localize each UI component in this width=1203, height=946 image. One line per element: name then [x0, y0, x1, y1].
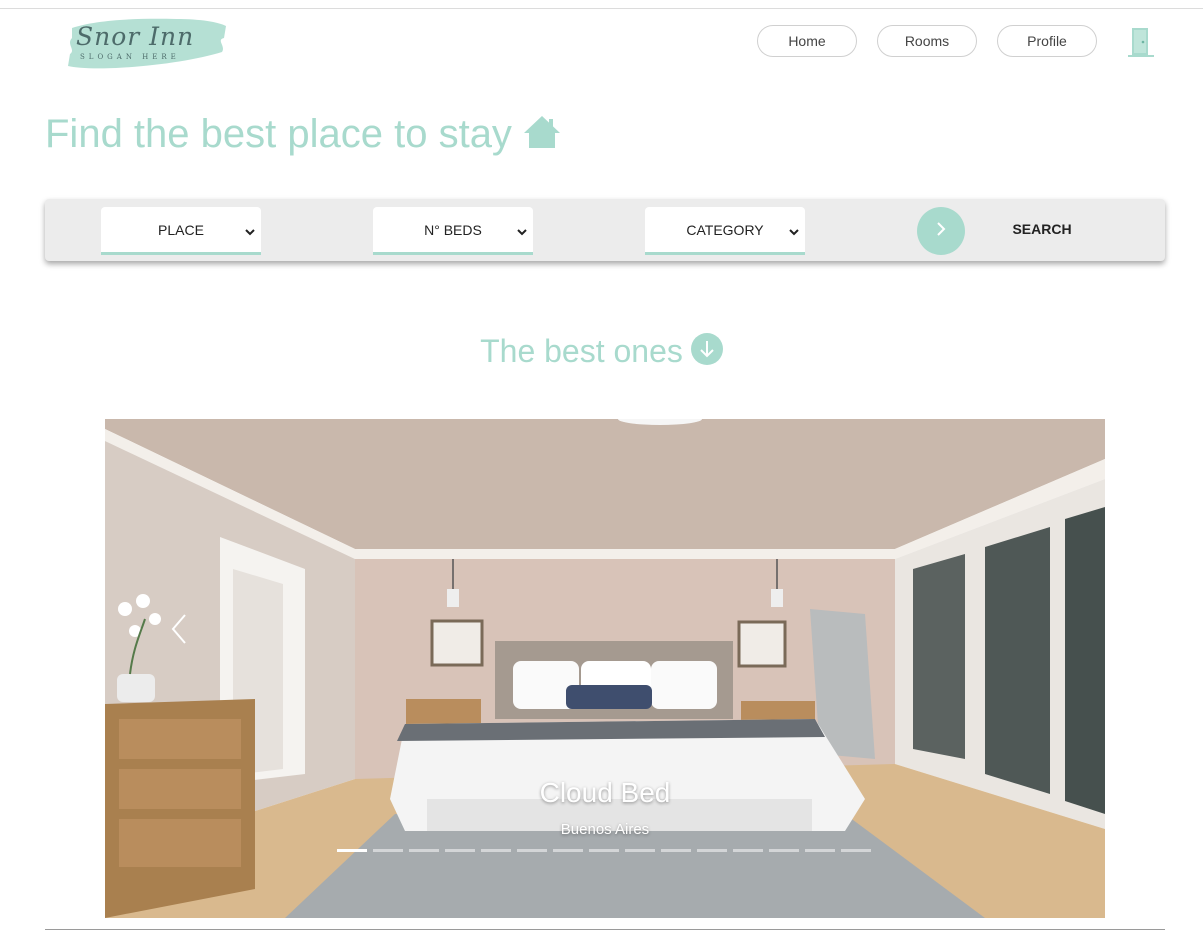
- carousel-indicator[interactable]: [841, 849, 871, 852]
- carousel-next-button[interactable]: [1015, 609, 1045, 649]
- carousel-indicator[interactable]: [409, 849, 439, 852]
- bottom-divider: [45, 929, 1165, 930]
- carousel-indicator[interactable]: [337, 849, 367, 852]
- carousel-indicator[interactable]: [517, 849, 547, 852]
- chevron-down-icon: [517, 224, 527, 240]
- place-select[interactable]: PLACE: [101, 207, 261, 255]
- carousel-indicator[interactable]: [481, 849, 511, 852]
- chevron-down-icon: [789, 224, 799, 240]
- arrow-down-circle-icon: [690, 333, 723, 370]
- place-select-value: PLACE: [158, 221, 204, 238]
- slide-title: Cloud Bed: [539, 777, 671, 808]
- category-select[interactable]: CATEGORY: [645, 207, 805, 255]
- carousel-indicator[interactable]: [553, 849, 583, 852]
- category-select-value: CATEGORY: [686, 221, 764, 238]
- page-title: Find the best place to stay: [45, 112, 512, 156]
- search-go-button[interactable]: [917, 207, 965, 255]
- door-icon[interactable]: [1127, 26, 1155, 58]
- main-nav: Home Rooms Profile: [757, 25, 1097, 57]
- search-button[interactable]: SEARCH: [1000, 221, 1084, 237]
- nav-home-button[interactable]: Home: [757, 25, 857, 57]
- chevron-down-icon: [245, 224, 255, 240]
- best-ones-heading: The best ones: [0, 333, 1203, 370]
- carousel-indicator[interactable]: [733, 849, 763, 852]
- house-icon: [522, 114, 562, 155]
- bedroom-photo: [105, 419, 1105, 918]
- carousel-indicator[interactable]: [769, 849, 799, 852]
- chevron-right-icon: [934, 221, 948, 242]
- carousel-indicators: [337, 849, 871, 852]
- slide-subtitle: Buenos Aires: [560, 821, 650, 838]
- carousel-indicator[interactable]: [373, 849, 403, 852]
- logo-slogan: SLOGAN HERE: [80, 53, 180, 61]
- carousel-indicator[interactable]: [589, 849, 619, 852]
- nav-rooms-button[interactable]: Rooms: [877, 25, 977, 57]
- carousel-indicator[interactable]: [805, 849, 835, 852]
- top-divider: [0, 8, 1203, 9]
- carousel-indicator[interactable]: [625, 849, 655, 852]
- nav-profile-button[interactable]: Profile: [997, 25, 1097, 57]
- brand-logo[interactable]: Snor Inn SLOGAN HERE: [66, 16, 230, 72]
- carousel-indicator[interactable]: [445, 849, 475, 852]
- hero-heading: Find the best place to stay: [45, 112, 562, 157]
- rooms-carousel: Cloud Bed Buenos Aires: [105, 419, 1105, 918]
- carousel-prev-button[interactable]: [165, 609, 195, 649]
- carousel-indicator[interactable]: [697, 849, 727, 852]
- chevron-left-icon: [165, 614, 195, 653]
- beds-select[interactable]: N° BEDS: [373, 207, 533, 255]
- search-bar: PLACE N° BEDS CATEGORY SEARCH: [45, 199, 1165, 261]
- logo-title: Snor Inn: [76, 22, 195, 51]
- carousel-indicator[interactable]: [661, 849, 691, 852]
- chevron-right-icon: [1015, 636, 1045, 653]
- beds-select-value: N° BEDS: [424, 221, 482, 238]
- section-title: The best ones: [480, 333, 683, 369]
